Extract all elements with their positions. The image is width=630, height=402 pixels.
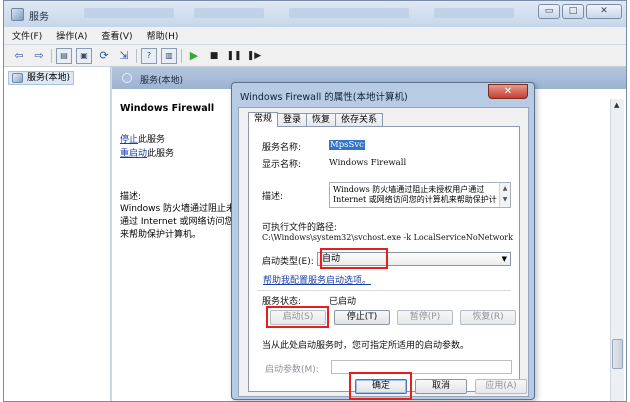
toolbar-separator xyxy=(136,48,137,63)
tab-logon[interactable]: 登录 xyxy=(277,113,308,127)
description-textbox[interactable]: Windows 防火墙通过阻止未授权用户通过 Internet 或网络访问您的计… xyxy=(329,182,511,208)
blurred-area xyxy=(289,8,409,18)
dialog-close-button[interactable]: ✕ xyxy=(488,84,528,99)
divider xyxy=(257,290,511,291)
service-description: Windows 防火墙通过阻止未授 通过 Internet 或网络访问您的 来帮… xyxy=(120,203,236,242)
help-icon[interactable]: ? xyxy=(141,47,157,64)
tree-item-services-local[interactable]: 服务(本地) xyxy=(8,71,75,85)
menu-help[interactable]: 帮助(H) xyxy=(147,29,179,42)
description-label: 描述: xyxy=(120,192,142,202)
tree-item-label: 服务(本地) xyxy=(27,73,71,83)
stop-service-text: 此服务 xyxy=(138,135,166,145)
general-tab-panel: 服务名称: MpsSvc 显示名称: Windows Firewall 描述: … xyxy=(248,126,520,392)
menu-file[interactable]: 文件(F) xyxy=(12,29,42,42)
tab-recovery[interactable]: 恢复 xyxy=(306,113,337,127)
export-list-icon[interactable]: ⇲ xyxy=(116,48,132,64)
tab-general[interactable]: 常规 xyxy=(248,112,279,127)
pause-service-icon[interactable]: ❚❚ xyxy=(226,48,242,64)
services-icon xyxy=(122,73,132,83)
window-controls: ▭ □ ✕ xyxy=(538,4,622,19)
description-line: Windows 防火墙通过阻止未授权用户通过 xyxy=(333,185,485,194)
stop-service-link-row: 停止此服务 xyxy=(120,132,165,145)
back-arrow-icon[interactable]: ⇦ xyxy=(11,48,27,64)
service-name-value[interactable]: MpsSvc xyxy=(329,140,365,150)
toolbar-separator xyxy=(51,48,52,63)
tab-dependencies[interactable]: 依存关系 xyxy=(335,113,384,127)
dialog-tabs: 常规 登录 恢复 依存关系 xyxy=(248,112,384,127)
service-detail-panel: Windows Firewall 停止此服务 重启动此服务 描述: Window… xyxy=(112,89,236,401)
display-name-label: 显示名称: xyxy=(262,160,302,170)
description-line: 通过 Internet 或网络访问您的 xyxy=(120,217,236,227)
console-tree-icon[interactable]: ▤ xyxy=(56,47,72,64)
scroll-thumb[interactable] xyxy=(612,339,623,369)
exe-path-value: C:\Windows\system32\svchost.exe -k Local… xyxy=(262,233,513,242)
window-title: 服务 xyxy=(29,12,49,23)
pause-button[interactable]: 暂停(P) xyxy=(397,310,453,325)
dialog-title: Windows Firewall 的属性(本地计算机) xyxy=(240,92,408,103)
window-titlebar[interactable]: 服务 ▭ □ ✕ xyxy=(4,1,626,27)
menu-bar: 文件(F) 操作(A) 查看(V) 帮助(H) xyxy=(4,27,626,45)
maximize-button[interactable]: □ xyxy=(562,4,584,19)
resume-button[interactable]: 恢复(R) xyxy=(460,310,516,325)
description-line: Internet 或网络访问您的计算机来帮助保护计 xyxy=(333,194,497,204)
start-params-label: 启动参数(M): xyxy=(265,365,319,375)
scroll-up-icon[interactable]: ▲ xyxy=(614,101,619,109)
properties-icon[interactable]: ▣ xyxy=(76,47,92,64)
annotation-highlight-box xyxy=(266,306,329,328)
restart-service-link[interactable]: 重启动 xyxy=(120,149,147,159)
forward-arrow-icon[interactable]: ⇨ xyxy=(31,48,47,64)
service-status-value: 已启动 xyxy=(329,297,357,307)
cancel-button[interactable]: 取消 xyxy=(415,379,467,394)
chevron-down-icon: ▼ xyxy=(501,255,507,263)
description-scrollbar[interactable]: ▲ ▼ xyxy=(499,183,510,207)
restart-service-text: 此服务 xyxy=(147,149,175,159)
vertical-scrollbar[interactable]: ▲ xyxy=(610,99,624,401)
restart-service-icon[interactable]: ❚▶ xyxy=(246,48,262,64)
blurred-area xyxy=(434,8,514,18)
toolbar-separator xyxy=(181,48,182,63)
display-name-value[interactable]: Windows Firewall xyxy=(329,158,406,168)
service-title: Windows Firewall xyxy=(120,103,215,114)
stop-button[interactable]: 停止(T) xyxy=(334,310,390,325)
annotation-highlight-box xyxy=(320,248,388,269)
description-line: Windows 防火墙通过阻止未授 xyxy=(120,204,236,214)
refresh-icon[interactable]: ⟳ xyxy=(96,48,112,64)
menu-view[interactable]: 查看(V) xyxy=(101,29,132,42)
properties-dialog: Windows Firewall 的属性(本地计算机) ✕ 常规 登录 恢复 依… xyxy=(231,82,535,400)
dialog-body: 常规 登录 恢复 依存关系 服务名称: MpsSvc 显示名称: Windows… xyxy=(238,107,529,397)
toolbar: ⇦ ⇨ ▤ ▣ ⟳ ⇲ ? ▥ ▶ ■ ❚❚ ❚▶ xyxy=(4,45,626,67)
services-app-icon xyxy=(11,8,24,21)
blurred-area xyxy=(84,8,174,18)
exe-path-label: 可执行文件的路径: xyxy=(262,223,338,233)
start-params-hint: 当从此处启动服务时，您可指定所适用的启动参数。 xyxy=(262,341,470,351)
apply-button[interactable]: 应用(A) xyxy=(475,379,527,394)
console-tree: 服务(本地) xyxy=(4,67,111,401)
show-hide-pane-icon[interactable]: ▥ xyxy=(161,47,177,64)
annotation-highlight-box xyxy=(349,372,412,400)
restart-service-link-row: 重启动此服务 xyxy=(120,146,174,159)
close-button[interactable]: ✕ xyxy=(586,4,622,19)
pane-header-title: 服务(本地) xyxy=(140,76,184,86)
services-gear-icon xyxy=(12,73,23,83)
description-label: 描述: xyxy=(262,192,284,202)
stop-service-link[interactable]: 停止 xyxy=(120,135,138,145)
startup-type-label: 启动类型(E): xyxy=(262,257,314,267)
service-name-label: 服务名称: xyxy=(262,143,302,153)
minimize-button[interactable]: ▭ xyxy=(538,4,560,19)
blurred-area xyxy=(194,8,264,18)
description-line: 来帮助保护计算机。 xyxy=(120,230,202,240)
stop-service-icon[interactable]: ■ xyxy=(206,48,222,64)
menu-action[interactable]: 操作(A) xyxy=(56,29,87,42)
start-service-icon[interactable]: ▶ xyxy=(186,48,202,64)
help-configure-startup-link[interactable]: 帮助我配置服务启动选项。 xyxy=(263,273,371,286)
